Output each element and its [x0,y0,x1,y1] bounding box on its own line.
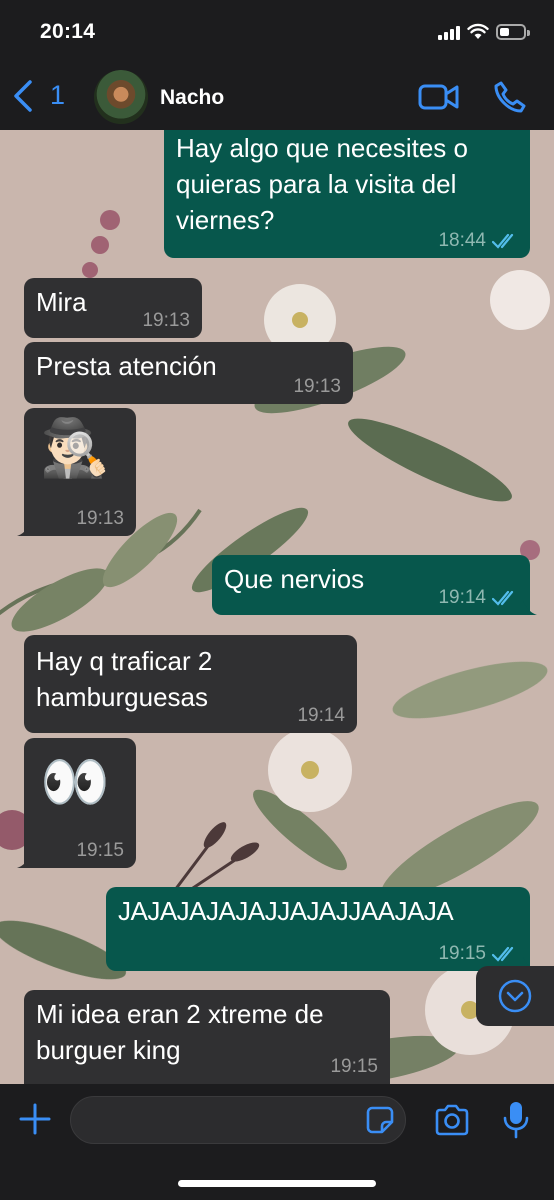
attach-button[interactable] [18,1102,52,1136]
back-button[interactable]: 1 [12,78,72,114]
video-call-button[interactable] [418,82,460,112]
message-meta: 19:13 [76,508,124,530]
signal-icon [438,26,460,40]
sticker-icon [366,1106,394,1134]
message-time: 19:13 [293,376,341,397]
phone-icon [494,81,526,113]
message-bubble-incoming[interactable]: Mira 19:13 [24,278,202,338]
message-meta: 19:15 [438,943,518,965]
camera-button[interactable] [434,1104,470,1136]
message-bubble-outgoing[interactable]: Hay algo que necesites o quieras para la… [164,130,530,258]
voice-note-button[interactable] [502,1100,530,1140]
message-time: 18:44 [438,230,486,251]
message-meta: 19:14 [297,705,345,727]
message-time: 19:15 [438,943,486,964]
status-time: 20:14 [40,20,96,43]
message-meta: 19:13 [142,310,190,332]
double-check-icon [492,590,514,606]
microphone-icon [503,1102,529,1139]
message-meta: 19:15 [76,840,124,862]
wifi-icon [467,23,489,39]
plus-icon [19,1103,51,1135]
video-camera-icon [418,84,459,110]
message-time: 19:13 [142,310,190,331]
message-text: JAJAJAJAJAJJAJAJJAAJAJA [118,896,454,926]
status-bar: 20:14 [0,0,554,64]
message-meta: 19:14 [438,587,518,609]
message-time: 19:15 [330,1056,378,1077]
battery-icon [496,24,530,40]
message-text: Mi idea eran 2 xtreme de burguer king [36,999,324,1065]
contact-name[interactable]: Nacho [160,86,224,110]
message-time: 19:14 [297,705,345,726]
message-bubble-incoming[interactable]: Hay q traficar 2 hamburguesas 19:14 [24,635,357,733]
message-input[interactable] [70,1096,406,1144]
message-meta: 19:13 [293,376,341,398]
message-bubble-incoming[interactable]: Presta atención 19:13 [24,342,353,404]
message-bubble-incoming[interactable]: Mi idea eran 2 xtreme de burguer king 19… [24,990,390,1084]
message-time: 19:15 [76,840,124,861]
camera-icon [435,1104,469,1136]
message-meta: 18:44 [438,230,518,252]
message-bubble-outgoing[interactable]: JAJAJAJAJAJJAJAJJAAJAJA 19:15 [106,887,537,971]
voice-call-button[interactable] [492,80,526,114]
message-text: Hay algo que necesites o quieras para la… [176,133,468,235]
message-bubble-outgoing[interactable]: Que nervios 19:14 [212,555,537,615]
avatar[interactable] [94,70,148,124]
message-time: 19:13 [76,508,124,529]
chat-area[interactable]: Hay algo que necesites o quieras para la… [0,130,554,1084]
message-time: 19:14 [438,587,486,608]
message-emoji: 👀 [40,750,110,813]
message-bubble-incoming[interactable]: 👀 19:15 [17,738,136,868]
scroll-to-bottom-button[interactable] [476,966,554,1026]
double-check-icon [492,946,514,962]
home-indicator [178,1180,376,1187]
chat-header: 1 Nacho [0,64,554,130]
chevron-down-circle-icon [498,979,532,1013]
sticker-button[interactable] [366,1106,394,1134]
message-meta: 19:15 [330,1056,378,1078]
chevron-left-icon [14,80,32,112]
message-bubble-incoming[interactable]: 🕵🏻‍♂️ 19:13 [17,408,136,536]
double-check-icon [492,233,514,249]
unread-count: 1 [50,80,66,110]
message-emoji: 🕵🏻‍♂️ [40,416,110,479]
